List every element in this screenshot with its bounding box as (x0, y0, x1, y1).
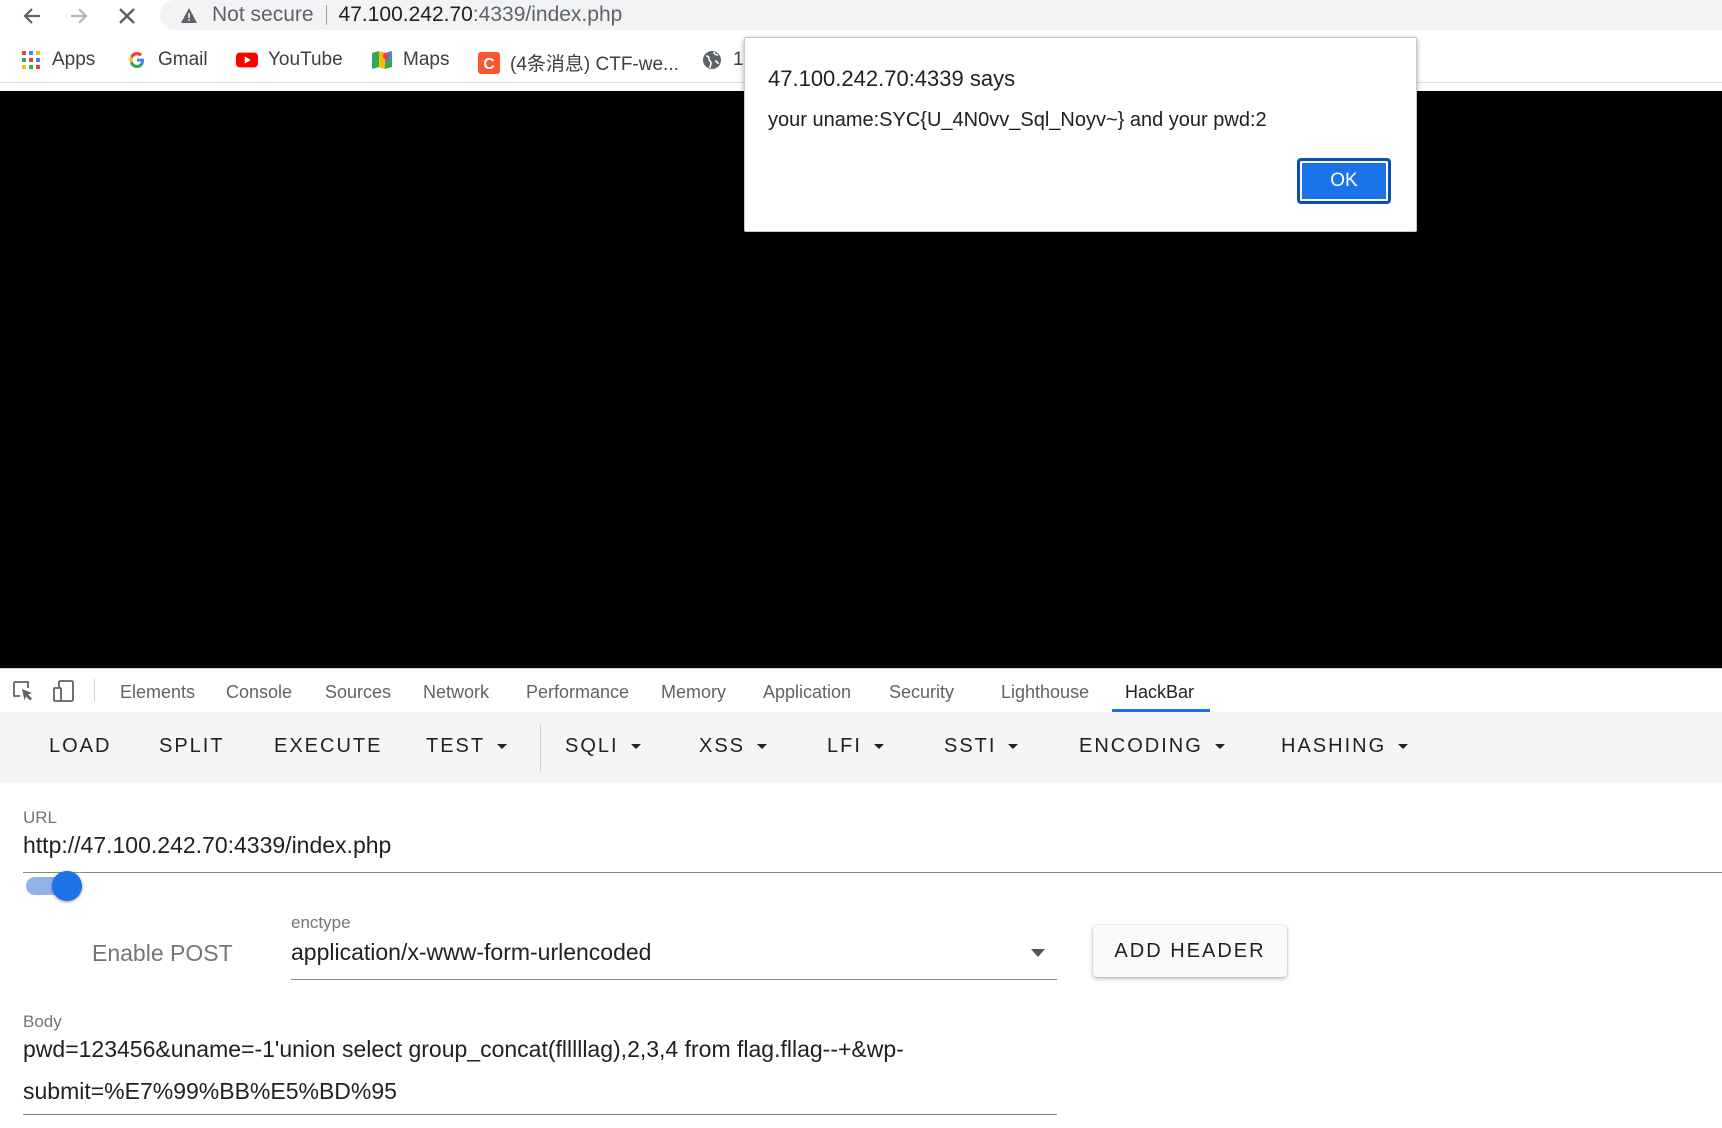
button-label: SSTI (944, 735, 997, 757)
address-bar[interactable]: Not secure 47.100.242.70:4339/index.php (160, 0, 1722, 30)
bookmark-youtube[interactable]: YouTube (236, 49, 343, 71)
button-label: XSS (699, 735, 746, 757)
tab-performance[interactable]: Performance (526, 682, 629, 703)
devtools-tab-bar: Elements Console Sources Network Perform… (0, 668, 1722, 713)
back-arrow-icon (23, 8, 40, 24)
body-text-line: pwd=123456&uname=-1'union select group_c… (23, 1036, 904, 1062)
button-label: SQLI (565, 735, 619, 757)
browser-toolbar: Not secure 47.100.242.70:4339/index.php (0, 0, 1722, 33)
stop-loading-button[interactable] (114, 3, 140, 29)
load-button[interactable]: LOAD (49, 735, 111, 758)
button-label: SPLIT (159, 735, 225, 757)
body-underline (23, 1114, 1057, 1115)
bookmark-label: Apps (52, 49, 96, 70)
bookmark-label: Maps (403, 49, 450, 70)
encoding-dropdown[interactable]: ENCODING (1079, 735, 1225, 758)
device-toolbar-icon[interactable] (52, 680, 76, 702)
bookmark-label: Gmail (158, 49, 208, 70)
bookmark-maps[interactable]: Maps (371, 49, 449, 71)
sqli-dropdown[interactable]: SQLI (565, 735, 641, 758)
bookmark-csdn[interactable]: C (4条消息) CTF-we... (478, 49, 679, 76)
hackbar-panel: URL http://47.100.242.70:4339/index.php … (0, 783, 1722, 1128)
tab-memory[interactable]: Memory (661, 682, 726, 703)
enable-post-label: Enable POST (92, 940, 233, 966)
button-label: TEST (426, 735, 486, 757)
youtube-icon (236, 49, 258, 71)
add-header-button[interactable]: ADD HEADER (1093, 925, 1287, 977)
security-status[interactable]: Not secure (212, 3, 314, 27)
toolbar-divider (540, 724, 541, 772)
toggle-thumb (52, 871, 82, 901)
button-label: ENCODING (1079, 735, 1203, 757)
hackbar-toolbar: LOAD SPLIT EXECUTE TEST SQLI XSS LFI SST… (0, 712, 1722, 783)
enctype-underline (291, 979, 1057, 980)
inspect-element-icon[interactable] (12, 680, 36, 702)
bookmark-apps[interactable]: Apps (20, 49, 95, 71)
bookmark-label: YouTube (268, 49, 343, 70)
lfi-dropdown[interactable]: LFI (827, 735, 884, 758)
devtools-divider (94, 679, 95, 701)
hashing-dropdown[interactable]: HASHING (1281, 735, 1409, 758)
enctype-select[interactable]: application/x-www-form-urlencoded (291, 939, 651, 966)
dialog-message: your uname:SYC{U_4N0vv_Sql_Noyv~} and yo… (768, 109, 1267, 131)
enctype-label: enctype (291, 913, 351, 932)
warning-triangle-icon (180, 6, 198, 24)
xss-dropdown[interactable]: XSS (699, 735, 768, 758)
chevron-down-icon (630, 744, 641, 749)
button-label: EXECUTE (274, 735, 383, 757)
apps-grid-icon (20, 49, 42, 71)
button-label: LOAD (49, 735, 112, 757)
split-button[interactable]: SPLIT (159, 735, 225, 758)
close-icon (119, 8, 135, 24)
tab-network[interactable]: Network (423, 682, 489, 703)
tab-sources[interactable]: Sources (325, 682, 391, 703)
execute-button[interactable]: EXECUTE (274, 735, 382, 758)
url-field-label: URL (23, 808, 58, 827)
button-label: LFI (827, 735, 862, 757)
bookmark-label: (4条消息) CTF-we... (510, 54, 679, 75)
chevron-down-icon (873, 744, 884, 749)
ssti-dropdown[interactable]: SSTI (944, 735, 1019, 758)
tab-security[interactable]: Security (889, 682, 954, 703)
url-path: :4339/index.php (472, 3, 623, 26)
url-input-underline (23, 872, 1722, 873)
chevron-down-icon (1214, 744, 1225, 749)
tab-console[interactable]: Console (226, 682, 292, 703)
address-divider (325, 5, 327, 25)
button-label: HASHING (1281, 735, 1387, 757)
url-host: 47.100.242.70 (338, 3, 473, 26)
tab-application[interactable]: Application (763, 682, 851, 703)
tab-lighthouse[interactable]: Lighthouse (1001, 682, 1089, 703)
tab-hackbar[interactable]: HackBar (1125, 682, 1194, 703)
bookmark-label: 1 (733, 49, 744, 70)
dialog-title: 47.100.242.70:4339 says (768, 66, 1016, 91)
body-field-label: Body (23, 1012, 62, 1031)
chevron-down-icon (757, 744, 768, 749)
tab-elements[interactable]: Elements (120, 682, 195, 703)
chevron-down-icon (497, 744, 508, 749)
globe-icon (701, 49, 723, 71)
url-input[interactable]: http://47.100.242.70:4339/index.php (23, 832, 391, 859)
back-button[interactable] (19, 3, 45, 29)
alert-dialog: 47.100.242.70:4339 says your uname:SYC{U… (744, 37, 1417, 232)
chevron-down-icon (1031, 949, 1045, 957)
bookmark-gmail[interactable]: Gmail (126, 49, 208, 71)
bookmark-globe[interactable]: 1 (701, 49, 744, 71)
csdn-icon: C (478, 51, 500, 74)
test-dropdown[interactable]: TEST (426, 735, 508, 758)
body-text-line: submit=%E7%99%BB%E5%BD%95 (23, 1078, 397, 1104)
chevron-down-icon (1008, 744, 1019, 749)
forward-button[interactable] (66, 3, 92, 29)
forward-arrow-icon (71, 8, 88, 24)
svg-text:C: C (483, 56, 495, 73)
ok-button[interactable]: OK (1297, 158, 1391, 204)
maps-icon (371, 49, 393, 71)
google-g-icon (126, 49, 148, 71)
chevron-down-icon (1398, 744, 1409, 749)
